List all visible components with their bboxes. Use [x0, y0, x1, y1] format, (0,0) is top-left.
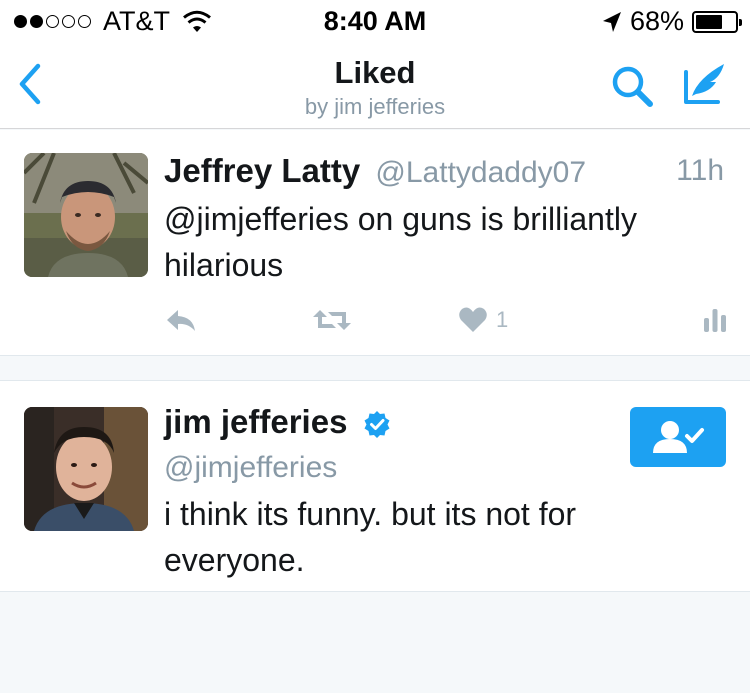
following-icon	[653, 421, 704, 453]
user-card[interactable]: jim jefferies @jimjefferies i think its …	[0, 380, 750, 592]
search-icon	[612, 66, 653, 107]
heart-icon	[459, 307, 487, 332]
retweet-icon	[313, 310, 351, 330]
battery-icon	[692, 10, 742, 33]
nav-bar: Liked by jim jefferies	[0, 40, 750, 129]
tweet-text: @jimjefferies on guns is brilliantly hil…	[164, 201, 637, 283]
reply-icon	[167, 310, 195, 331]
avatar[interactable]	[24, 153, 148, 277]
like-button[interactable]: 1	[458, 302, 508, 338]
analytics-button[interactable]	[702, 302, 728, 338]
search-button[interactable]	[608, 62, 656, 110]
analytics-icon	[704, 309, 726, 332]
location-arrow-icon	[602, 11, 621, 32]
user-bio: i think its funny. but its not for every…	[164, 496, 577, 578]
tweet-header: Jeffrey Latty @Lattydaddy07	[164, 152, 730, 190]
user-handle[interactable]: @jimjefferies	[164, 451, 337, 485]
author-name[interactable]: Jeffrey Latty	[164, 152, 360, 189]
avatar-photo	[24, 153, 148, 277]
compose-icon	[684, 64, 724, 104]
tweet-card[interactable]: Jeffrey Latty @Lattydaddy07 11h @jimjeff…	[0, 130, 750, 356]
avatar[interactable]	[24, 407, 148, 531]
following-button[interactable]	[630, 407, 726, 467]
author-handle[interactable]: @Lattydaddy07	[375, 156, 586, 189]
battery-fill	[696, 14, 722, 29]
avatar-photo	[24, 407, 148, 531]
compose-button[interactable]	[680, 58, 730, 108]
user-name[interactable]: jim jefferies	[164, 403, 347, 440]
status-bar: AT&T 8:40 AM 68%	[0, 0, 750, 40]
retweet-button[interactable]	[312, 302, 352, 338]
verified-badge-icon	[364, 411, 390, 439]
battery-percent: 68%	[629, 6, 684, 36]
like-count: 1	[496, 307, 509, 332]
reply-button[interactable]	[164, 302, 198, 338]
tweet-actions: 1	[164, 302, 734, 342]
tweet-timestamp: 11h	[676, 154, 724, 187]
status-right: 68%	[602, 6, 742, 37]
